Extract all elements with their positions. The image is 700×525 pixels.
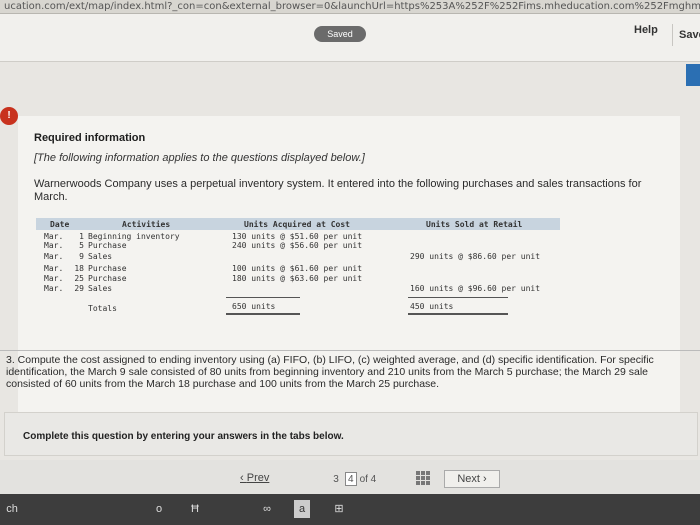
header-activities: Activities (122, 220, 171, 229)
app-icon[interactable]: ∞ (258, 500, 276, 518)
acquired-double-underline (226, 313, 300, 315)
page-of-label: of 4 (359, 474, 377, 485)
cell-month: Mar. (44, 232, 64, 241)
save-button[interactable]: Save (672, 24, 700, 46)
required-info-subtitle: [The following information applies to th… (34, 152, 365, 164)
side-panel-tab[interactable] (686, 64, 700, 86)
cell-sold: 160 units @ $96.60 per unit (410, 284, 541, 293)
cell-sold: 290 units @ $86.60 per unit (410, 252, 541, 261)
cell-day: 1 (79, 232, 84, 241)
cell-month: Mar. (44, 264, 64, 273)
os-taskbar: ch o Ħ ∞ a ⊞ (0, 494, 700, 525)
alert-icon: ! (0, 107, 18, 125)
section-divider (0, 350, 700, 351)
cortana-icon[interactable]: o (150, 500, 168, 518)
help-button[interactable]: Help (634, 24, 658, 36)
cell-acquired: 130 units @ $51.60 per unit (232, 232, 363, 241)
question-text: 3. Compute the cost assigned to ending i… (6, 354, 654, 390)
cell-month: Mar. (44, 284, 64, 293)
cell-month: Mar. (44, 241, 64, 250)
cell-day: 29 (74, 284, 84, 293)
acquired-underline (226, 297, 300, 298)
task-view-icon[interactable]: Ħ (186, 500, 204, 518)
cell-activity: Sales (88, 284, 113, 293)
totals-acquired: 650 units (232, 302, 276, 311)
header-date: Date (50, 220, 70, 229)
address-bar[interactable]: ucation.com/ext/map/index.html?_con=con&… (0, 0, 700, 14)
page-4[interactable]: 4 (344, 472, 357, 486)
windows-app-icon[interactable]: ⊞ (330, 500, 348, 518)
page-3[interactable]: 3 (330, 473, 342, 487)
sold-underline (408, 297, 508, 298)
store-icon[interactable]: a (294, 500, 310, 518)
cell-activity: Sales (88, 252, 113, 261)
cell-acquired: 180 units @ $63.60 per unit (232, 274, 363, 283)
assignment-header: Saved Help Save (0, 14, 700, 62)
cell-day: 25 (74, 274, 84, 283)
cell-acquired: 240 units @ $56.60 per unit (232, 241, 363, 250)
cell-activity: Beginning inventory (88, 232, 180, 241)
cell-activity: Purchase (88, 264, 127, 273)
instructions-text: Complete this question by entering your … (23, 431, 344, 442)
taskbar-search[interactable]: ch (4, 500, 20, 518)
cell-month: Mar. (44, 252, 64, 261)
prev-label: Prev (246, 472, 270, 484)
next-label: Next (457, 473, 480, 485)
cell-activity: Purchase (88, 274, 127, 283)
next-button[interactable]: Next › (444, 470, 500, 488)
header-acquired: Units Acquired at Cost (244, 220, 350, 229)
cell-activity: Purchase (88, 241, 127, 250)
prev-button[interactable]: ‹ Prev (240, 472, 269, 484)
totals-label: Totals (88, 304, 117, 313)
cell-month: Mar. (44, 274, 64, 283)
cell-acquired: 100 units @ $61.60 per unit (232, 264, 363, 273)
cell-day: 18 (74, 264, 84, 273)
cell-day: 9 (79, 252, 84, 261)
totals-sold: 450 units (410, 302, 454, 311)
saved-indicator: Saved (314, 26, 366, 42)
chevron-right-icon: › (479, 473, 487, 485)
sold-double-underline (408, 313, 508, 315)
instructions-box: Complete this question by entering your … (4, 412, 698, 456)
cell-day: 5 (79, 241, 84, 250)
chevron-left-icon: ‹ (240, 472, 247, 484)
header-sold: Units Sold at Retail (426, 220, 523, 229)
inventory-table: Date Activities Units Acquired at Cost U… (36, 218, 560, 318)
question-navigation: ‹ Prev 3 4 of 4 Next › (0, 460, 700, 494)
problem-intro: Warnerwoods Company uses a perpetual inv… (34, 178, 642, 203)
required-info-title: Required information (34, 132, 146, 144)
table-header: Date Activities Units Acquired at Cost U… (36, 218, 560, 230)
grid-icon[interactable] (416, 471, 430, 485)
page-indicator: 3 4 of 4 (330, 472, 376, 487)
